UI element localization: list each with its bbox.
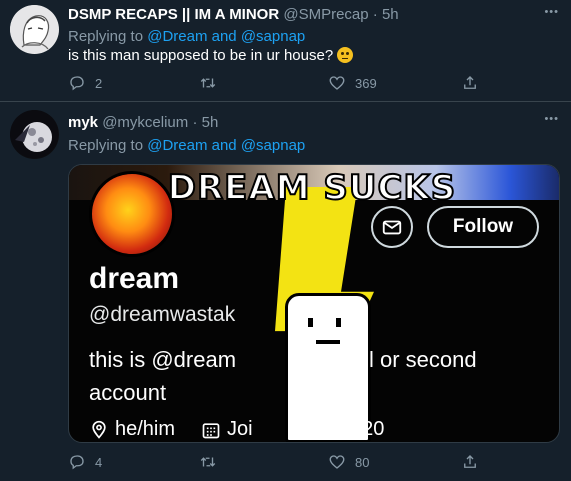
profile-handle: @dreamwastak	[89, 303, 236, 326]
reply-count: 2	[95, 75, 103, 91]
avatar[interactable]	[10, 5, 59, 54]
tweet-header: DSMP RECAPS || IM A MINOR @SMPrecap · 5h	[68, 6, 399, 23]
display-name[interactable]: myk	[68, 114, 98, 131]
calendar-icon	[202, 422, 220, 438]
tweet[interactable]: DSMP RECAPS || IM A MINOR @SMPrecap · 5h…	[0, 0, 571, 102]
share-icon	[464, 455, 476, 468]
mention-and[interactable]: and	[212, 137, 237, 154]
reply-icon	[70, 76, 84, 91]
separator-dot: ·	[372, 6, 378, 23]
message-button	[371, 206, 413, 248]
profile-bio-line-2: account	[89, 380, 167, 405]
user-handle[interactable]: @mykcelium	[102, 114, 188, 131]
replying-to: Replying to @Dream and @sapnap	[68, 137, 305, 154]
avatar[interactable]	[10, 110, 59, 159]
profile-pronouns: he/him	[89, 418, 175, 441]
mention-link[interactable]: @sapnap	[241, 28, 305, 45]
share-button[interactable]	[461, 74, 479, 92]
tweet[interactable]: myk @mykcelium · 5h ••• Replying to @Dre…	[0, 102, 571, 481]
profile-bio-line-1: this is @dream	[89, 347, 237, 372]
more-options-icon[interactable]: •••	[544, 6, 559, 18]
retweet-icon	[200, 78, 216, 88]
raised-eyebrow-emoji-icon	[337, 47, 354, 63]
retweet-icon	[200, 457, 216, 467]
location-pin-icon	[92, 420, 106, 439]
timestamp[interactable]: 5h	[382, 6, 399, 23]
joined-text: Joi	[227, 418, 253, 440]
like-button[interactable]: 369	[328, 74, 377, 92]
heart-icon	[329, 76, 345, 90]
profile-joined: Joi	[201, 418, 253, 441]
like-count: 80	[355, 454, 370, 470]
mention-link[interactable]: @Dream	[147, 137, 207, 154]
reply-button[interactable]: 2	[68, 74, 102, 92]
profile-bio-line-1-end: l or second	[369, 347, 477, 372]
replying-prefix: Replying to	[68, 28, 144, 45]
like-button[interactable]: 80	[328, 453, 369, 471]
tweet-text: is this man supposed to be in ur house?	[68, 47, 354, 64]
like-count: 369	[355, 75, 377, 91]
user-handle[interactable]: @SMPrecap	[283, 6, 368, 23]
share-button[interactable]	[461, 453, 479, 471]
mention-link[interactable]: @Dream	[147, 28, 207, 45]
tweet-actions: 4 80	[68, 453, 488, 473]
profile-name: dream	[89, 262, 180, 295]
retweet-button[interactable]	[199, 453, 226, 471]
image-headline: DREAM SUCKS	[167, 167, 457, 209]
tweet-media-image[interactable]: DREAM SUCKS Follow dream @dreamwastak th…	[68, 164, 560, 443]
joined-year: 020	[351, 418, 385, 440]
tweet-actions: 2 369	[68, 74, 488, 94]
more-options-icon[interactable]: •••	[544, 113, 559, 125]
follow-button: Follow	[427, 206, 539, 248]
mention-and[interactable]: and	[212, 28, 237, 45]
reply-count: 4	[95, 454, 103, 470]
tweet-text-content: is this man supposed to be in ur house?	[68, 47, 334, 64]
heart-icon	[329, 455, 345, 469]
reply-icon	[70, 455, 84, 470]
tweet-header: myk @mykcelium · 5h	[68, 114, 218, 131]
replying-to: Replying to @Dream and @sapnap	[68, 28, 305, 45]
reply-button[interactable]: 4	[68, 453, 102, 471]
mention-link[interactable]: @sapnap	[241, 137, 305, 154]
pronouns-text: he/him	[115, 418, 176, 440]
share-icon	[464, 76, 476, 89]
timestamp[interactable]: 5h	[202, 114, 219, 131]
display-name[interactable]: DSMP RECAPS || IM A MINOR	[68, 6, 279, 23]
envelope-icon	[382, 220, 402, 235]
replying-prefix: Replying to	[68, 137, 144, 154]
retweet-button[interactable]	[199, 74, 226, 92]
separator-dot: ·	[192, 114, 198, 131]
